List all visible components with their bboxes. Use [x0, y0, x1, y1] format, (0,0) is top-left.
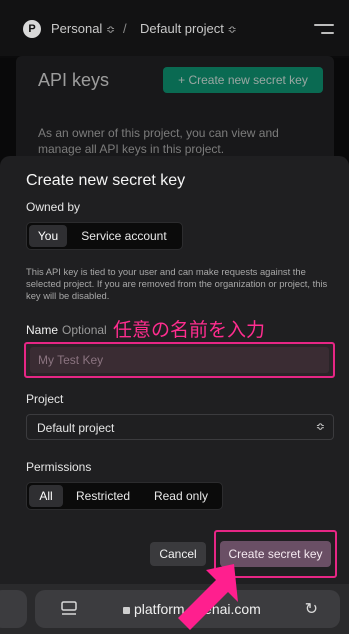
menu-icon[interactable]	[314, 24, 334, 36]
name-placeholder: My Test Key	[38, 353, 104, 367]
permissions-segmented-control: All Restricted Read only	[26, 482, 223, 510]
chevron-updown-icon: ≎	[315, 421, 325, 433]
org-switcher[interactable]: Personal ≎	[51, 21, 115, 36]
chevron-updown-icon: ≎	[105, 24, 116, 36]
owner-option-service-account[interactable]: Service account	[69, 225, 179, 247]
breadcrumb-separator: /	[123, 21, 127, 36]
ownership-info-text: This API key is tied to your user and ca…	[26, 266, 328, 301]
overlay-dim	[0, 56, 349, 166]
name-input-highlight: My Test Key	[24, 342, 335, 378]
project-label: Project	[26, 392, 64, 406]
name-label: Name	[26, 323, 59, 337]
permission-option-restricted[interactable]: Restricted	[66, 485, 140, 507]
project-switcher[interactable]: Default project ≎	[140, 21, 237, 36]
owner-option-you[interactable]: You	[29, 225, 67, 247]
tabs-icon[interactable]	[61, 600, 77, 618]
permissions-label: Permissions	[26, 460, 92, 474]
project-select-value: Default project	[37, 421, 115, 435]
previous-tab[interactable]	[0, 590, 27, 628]
optional-hint: Optional	[62, 323, 107, 337]
name-annotation: 任意の名前を入力	[113, 320, 266, 341]
project-select[interactable]: Default project ≎	[26, 414, 334, 440]
modal-title: Create new secret key	[26, 172, 186, 189]
owner-segmented-control: You Service account	[26, 222, 183, 250]
owned-by-label: Owned by	[26, 200, 81, 214]
name-input[interactable]: My Test Key	[30, 347, 329, 373]
permission-option-read-only[interactable]: Read only	[143, 485, 219, 507]
reload-icon[interactable]: ↻	[305, 599, 318, 619]
create-key-modal: Create new secret key Owned by You Servi…	[0, 156, 349, 584]
chevron-updown-icon: ≎	[227, 24, 237, 36]
top-nav: P Personal ≎ / Default project ≎	[0, 0, 349, 58]
project-name: Default project	[140, 21, 224, 36]
name-field-label: Name Optional	[26, 323, 107, 337]
arrow-annotation-icon	[178, 564, 238, 630]
org-name: Personal	[51, 21, 103, 36]
lock-icon	[123, 607, 130, 614]
org-avatar[interactable]: P	[23, 20, 41, 38]
permission-option-all[interactable]: All	[29, 485, 63, 507]
